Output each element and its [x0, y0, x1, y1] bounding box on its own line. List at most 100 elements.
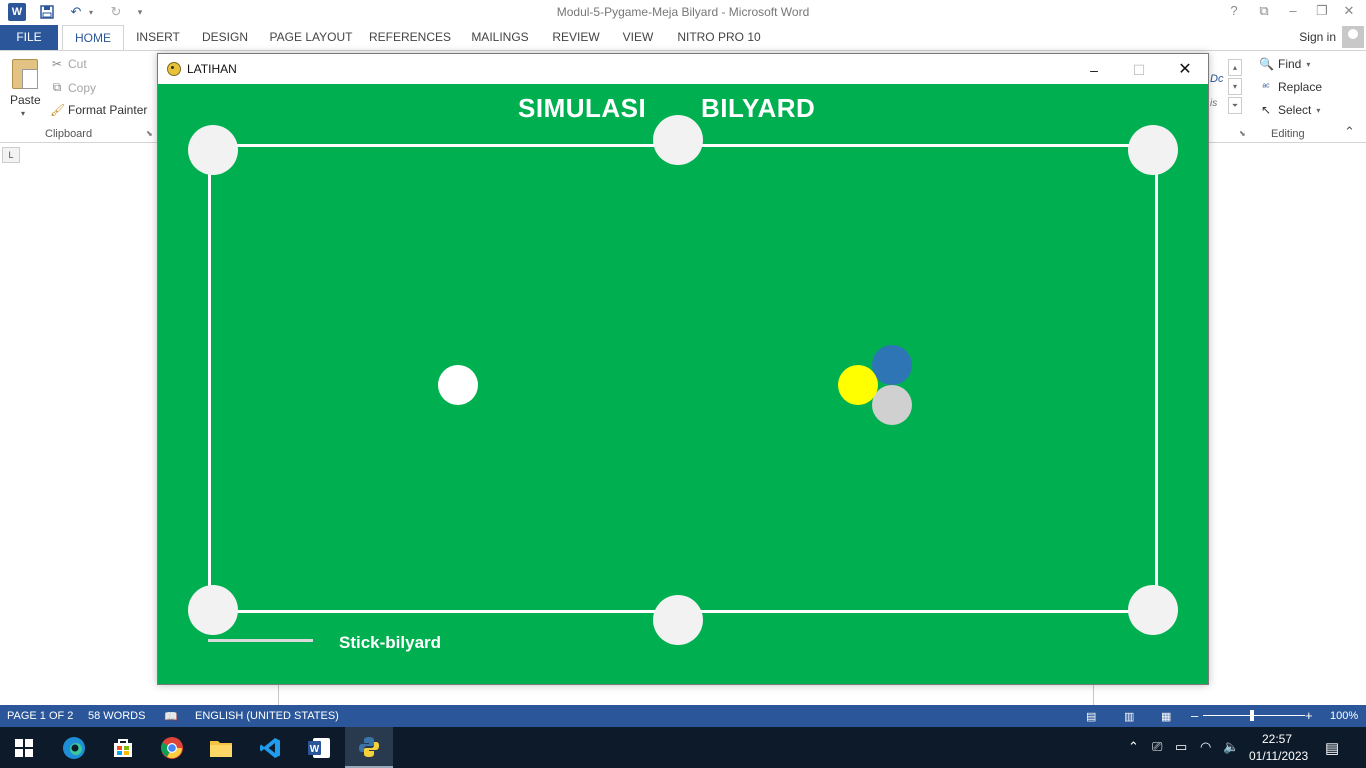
cue-stick[interactable]	[208, 639, 313, 642]
pygame-minimize-icon[interactable]: –	[1072, 57, 1116, 83]
find-button[interactable]: 🔍 Find ▾	[1259, 57, 1310, 71]
wifi-icon[interactable]: ◠	[1200, 739, 1211, 755]
user-avatar-icon[interactable]	[1342, 26, 1364, 48]
binoculars-icon: 🔍	[1259, 57, 1274, 71]
battery-icon[interactable]: ▭	[1175, 739, 1187, 755]
style-sample[interactable]: Dc	[1210, 73, 1223, 85]
help-icon[interactable]: ?	[1223, 3, 1245, 21]
tab-references[interactable]: REFERENCES	[369, 25, 451, 50]
chrome-icon[interactable]	[148, 727, 196, 768]
collapse-ribbon-icon[interactable]: ⌃	[1344, 124, 1355, 140]
web-layout-icon[interactable]: ▦	[1161, 710, 1171, 723]
zoom-slider[interactable]	[1203, 715, 1305, 716]
copy-button[interactable]: ⧉ Copy	[50, 80, 96, 95]
blue-ball	[872, 345, 912, 385]
volume-icon[interactable]: 🔈	[1223, 739, 1239, 755]
page-count[interactable]: PAGE 1 OF 2	[7, 710, 73, 722]
tab-selector-icon[interactable]: L	[2, 147, 20, 163]
zoom-slider-thumb[interactable]	[1250, 710, 1254, 721]
clipboard-dialog-launcher-icon[interactable]: ⬊	[146, 129, 153, 138]
pygame-window-title: LATIHAN	[187, 62, 237, 76]
ribbon-tabs: FILE HOME INSERT DESIGN PAGE LAYOUT REFE…	[0, 25, 1366, 50]
rail-right	[1155, 144, 1158, 613]
print-layout-icon[interactable]: ▥	[1124, 710, 1134, 723]
find-dropdown-icon: ▾	[1306, 59, 1311, 69]
styles-dialog-launcher-icon[interactable]: ⬊	[1239, 129, 1246, 138]
styles-gallery[interactable]: Dc is ▴ ▾ ⏷	[1208, 59, 1244, 115]
read-mode-icon[interactable]: ▤	[1086, 710, 1096, 723]
clipboard-group-label: Clipboard	[45, 128, 93, 140]
styles-scroll-up-icon[interactable]: ▴	[1228, 59, 1242, 76]
tab-design[interactable]: DESIGN	[197, 25, 253, 50]
word-icon[interactable]: W	[295, 727, 343, 768]
pocket-top-left	[188, 125, 238, 175]
replace-button[interactable]: ᵃᶜ Replace	[1259, 80, 1322, 94]
paste-dropdown-icon[interactable]: ▾	[21, 109, 25, 118]
vscode-icon[interactable]	[246, 727, 294, 768]
pocket-bottom-right	[1128, 585, 1178, 635]
style-sample[interactable]: is	[1210, 98, 1217, 109]
paste-button[interactable]: Paste	[10, 93, 41, 107]
scissors-icon: ✂	[51, 57, 63, 71]
tab-insert[interactable]: INSERT	[133, 25, 183, 50]
cut-button[interactable]: ✂ Cut	[50, 57, 87, 71]
zoom-in-icon[interactable]: +	[1305, 708, 1313, 723]
tab-page-layout[interactable]: PAGE LAYOUT	[266, 25, 356, 50]
start-icon[interactable]	[0, 727, 48, 768]
select-button[interactable]: ↖ Select ▾	[1259, 103, 1320, 117]
pygame-snake-icon	[167, 62, 181, 76]
cursor-icon: ↖	[1260, 103, 1272, 117]
styles-scroll-down-icon[interactable]: ▾	[1228, 78, 1242, 95]
store-icon[interactable]	[99, 727, 147, 768]
show-hidden-icons-icon[interactable]: ⌃	[1128, 739, 1139, 755]
select-label: Select	[1278, 103, 1312, 117]
edge-icon[interactable]	[50, 727, 98, 768]
ribbon-display-options-icon[interactable]: ⧉	[1253, 3, 1275, 21]
pygame-close-icon[interactable]: ✕	[1163, 57, 1207, 83]
pocket-bottom-left	[188, 585, 238, 635]
zoom-level[interactable]: 100%	[1330, 710, 1358, 722]
tab-review[interactable]: REVIEW	[548, 25, 604, 50]
notifications-icon[interactable]: ▤	[1325, 739, 1339, 757]
language-indicator[interactable]: ENGLISH (UNITED STATES)	[195, 710, 339, 722]
styles-more-icon[interactable]: ⏷	[1228, 97, 1242, 114]
python-icon[interactable]	[345, 727, 393, 768]
yellow-ball	[838, 365, 878, 405]
heading-simulasi: SIMULASI	[518, 93, 647, 123]
pygame-window[interactable]: LATIHAN – ☐ ✕ SIMULASI BILYARD Stick-bil…	[157, 53, 1209, 685]
word-close-icon[interactable]: ✕	[1338, 3, 1360, 21]
tab-nitro-pro[interactable]: NITRO PRO 10	[673, 25, 765, 50]
tab-mailings[interactable]: MAILINGS	[465, 25, 535, 50]
tab-view[interactable]: VIEW	[617, 25, 659, 50]
copy-label: Copy	[68, 80, 97, 95]
word-window-title: Modul-5-Pygame-Meja Bilyard - Microsoft …	[556, 5, 810, 19]
meet-now-icon[interactable]: ⎚	[1152, 739, 1162, 755]
copy-icon: ⧉	[52, 80, 62, 94]
sign-in-link[interactable]: Sign in	[1299, 30, 1336, 44]
clock-date[interactable]: 01/11/2023	[1249, 749, 1308, 763]
paste-icon[interactable]	[12, 59, 38, 89]
tab-file[interactable]: FILE	[0, 25, 58, 50]
file-explorer-icon[interactable]	[197, 727, 245, 768]
select-dropdown-icon: ▾	[1316, 105, 1321, 115]
cut-label: Cut	[68, 57, 87, 71]
proofing-icon[interactable]: 📖	[164, 710, 178, 723]
cue-ball[interactable]	[438, 365, 478, 405]
billiard-table[interactable]: SIMULASI BILYARD Stick-bilyard	[158, 84, 1208, 684]
replace-label: Replace	[1278, 80, 1323, 94]
word-titlebar: W ↶ ▾ ↻ ▾ Modul-5-Pygame-Meja Bilyard - …	[0, 0, 1366, 25]
format-painter-button[interactable]: 🖌 Format Painter	[50, 103, 147, 117]
taskbar: W ⌃ ⎚ ▭ ◠ 🔈 22:57 01/11/2023 ▤	[0, 727, 1366, 768]
replace-icon: ᵃᶜ	[1262, 81, 1270, 93]
word-restore-icon[interactable]: ❐	[1311, 3, 1333, 21]
stick-label: Stick-bilyard	[339, 633, 442, 652]
zoom-out-icon[interactable]: –	[1191, 708, 1198, 723]
editing-group-label: Editing	[1271, 128, 1305, 140]
pocket-top-right	[1128, 125, 1178, 175]
word-minimize-icon[interactable]: –	[1282, 3, 1304, 21]
clock-time[interactable]: 22:57	[1262, 732, 1292, 746]
pygame-titlebar[interactable]: LATIHAN – ☐ ✕	[158, 54, 1208, 84]
word-count[interactable]: 58 WORDS	[88, 710, 145, 722]
tab-home[interactable]: HOME	[62, 25, 124, 50]
grey-ball	[872, 385, 912, 425]
